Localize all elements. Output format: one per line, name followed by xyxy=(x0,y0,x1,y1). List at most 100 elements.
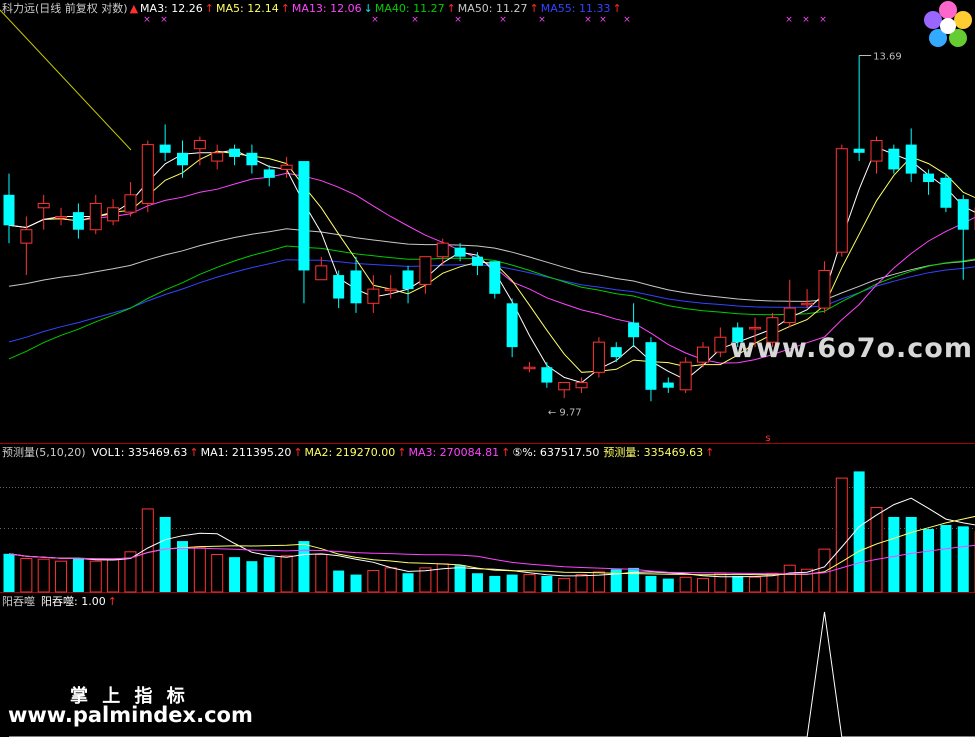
vol-1: MA1: 211395.20 xyxy=(200,446,292,459)
x-marker: × xyxy=(785,15,793,25)
candle-body xyxy=(159,144,171,153)
ma-0: MA3: 12.26 xyxy=(140,2,203,15)
x-marker: × xyxy=(584,15,592,25)
volume-bar xyxy=(870,507,883,593)
vol-4: ⑤%: 637517.50 xyxy=(512,446,600,459)
candle-body xyxy=(592,341,605,373)
ma-arrow-5: ↑ xyxy=(612,2,622,15)
candle-body xyxy=(610,347,622,358)
signal-arrow-icon: ▲ xyxy=(129,2,139,15)
volume-bar xyxy=(107,559,120,593)
candle-body xyxy=(645,342,657,390)
x-marker: × xyxy=(802,15,810,25)
flower-logo-icon xyxy=(924,1,972,47)
volume-bar xyxy=(732,575,744,592)
candle-body xyxy=(506,303,518,348)
candle-body xyxy=(783,307,796,324)
signal-value: 阳吞噬: 1.00 xyxy=(41,595,106,608)
volume-bar xyxy=(72,558,84,592)
ma-3: MA40: 11.27 xyxy=(374,2,445,15)
candle-body xyxy=(402,270,414,290)
x-marker: × xyxy=(454,15,462,25)
volume-bar xyxy=(679,576,692,593)
candle-body xyxy=(679,361,692,391)
volume-bar xyxy=(957,526,969,592)
vol-0: VOL1: 335469.63 xyxy=(91,446,188,459)
candle-body xyxy=(835,148,848,253)
volume-bar xyxy=(37,558,50,593)
candle-body xyxy=(419,256,432,285)
volume-bar xyxy=(20,558,33,593)
trendline xyxy=(0,9,132,151)
x-marker: × xyxy=(623,15,631,25)
candle-body xyxy=(89,202,102,231)
candle-body xyxy=(263,169,275,178)
vol-2: MA2: 219270.00 xyxy=(304,446,396,459)
x-marker: × xyxy=(599,15,607,25)
volume-bar xyxy=(246,561,258,592)
candle-body xyxy=(749,326,762,330)
ma-arrow-0: ↑ xyxy=(204,2,214,15)
candle-body xyxy=(853,148,865,153)
volume-bar xyxy=(3,553,15,592)
volume-bar xyxy=(193,547,206,593)
candle-body xyxy=(229,148,241,157)
candle-body xyxy=(541,367,553,383)
vol-arrow-2: ↑ xyxy=(397,446,407,459)
volume-bar xyxy=(523,574,536,593)
volume-bar xyxy=(454,565,466,592)
ma-arrow-2: ↓ xyxy=(363,2,373,15)
watermark-palmindex: www.palmindex.com xyxy=(8,703,253,727)
x-marker: × xyxy=(499,15,507,25)
vol-5: 预测量: 335469.63 xyxy=(603,446,704,459)
candle-body xyxy=(107,207,120,222)
candle-body xyxy=(3,194,15,226)
vol-3: MA3: 270084.81 xyxy=(408,446,500,459)
candle-body xyxy=(367,288,380,304)
volume-legend: 预测量(5,10,20) VOL1: 335469.63 ↑ MA1: 211395.… xyxy=(2,446,718,460)
volume-bar xyxy=(263,557,275,592)
volume-bar xyxy=(159,516,171,592)
volume-bar xyxy=(541,575,553,592)
volume-bar xyxy=(697,578,709,593)
price-legend: 科力远(日线 前复权 对数) ▲ MA3: 12.26 ↑ MA5: 12.14 ↑ MA1… xyxy=(2,2,626,16)
x-marker: × xyxy=(819,15,827,25)
candle-body xyxy=(141,144,154,204)
ma-5: MA55: 11.33 xyxy=(540,2,611,15)
candle-body xyxy=(662,382,674,388)
ma-4: MA50: 11.27 xyxy=(457,2,528,15)
watermark-6o7o: www.6o7o.com xyxy=(730,333,973,364)
candle-body xyxy=(888,148,900,170)
volume-title: 预测量(5,10,20) xyxy=(2,446,86,459)
volume-bar xyxy=(402,573,414,592)
volume-bar xyxy=(298,541,310,592)
volume-bar xyxy=(350,574,362,592)
candle-body xyxy=(280,164,293,170)
ma-arrow-3: ↑ xyxy=(446,2,456,15)
volume-bar xyxy=(55,560,68,593)
signal-legend: 阳吞噬 阳吞噬: 1.00 ↑ xyxy=(2,595,119,609)
volume-bar xyxy=(89,560,102,593)
volume-bar xyxy=(229,557,241,592)
volume-bar xyxy=(628,567,640,592)
candle-body xyxy=(193,140,206,150)
volume-bar xyxy=(315,553,328,593)
volume-bar xyxy=(333,570,345,592)
signal-title: 阳吞噬 xyxy=(2,595,35,608)
candle-body xyxy=(20,229,33,244)
stock-title: 科力远(日线 前复权 对数) xyxy=(2,2,128,15)
x-marker: × xyxy=(371,15,379,25)
volume-bar xyxy=(940,525,952,592)
high-price-label: 13.69 xyxy=(873,51,902,62)
x-marker: × xyxy=(411,15,419,25)
volume-bar xyxy=(818,548,831,593)
candle-body xyxy=(124,194,137,213)
candle-body xyxy=(697,346,709,363)
candle-body xyxy=(801,302,814,306)
x-marker: × xyxy=(160,15,168,25)
volume-bar xyxy=(923,529,935,592)
candle-body xyxy=(315,265,328,281)
candle-body xyxy=(55,215,68,219)
x-marker: × xyxy=(143,15,151,25)
vol-arrow-1: ↑ xyxy=(293,446,303,459)
